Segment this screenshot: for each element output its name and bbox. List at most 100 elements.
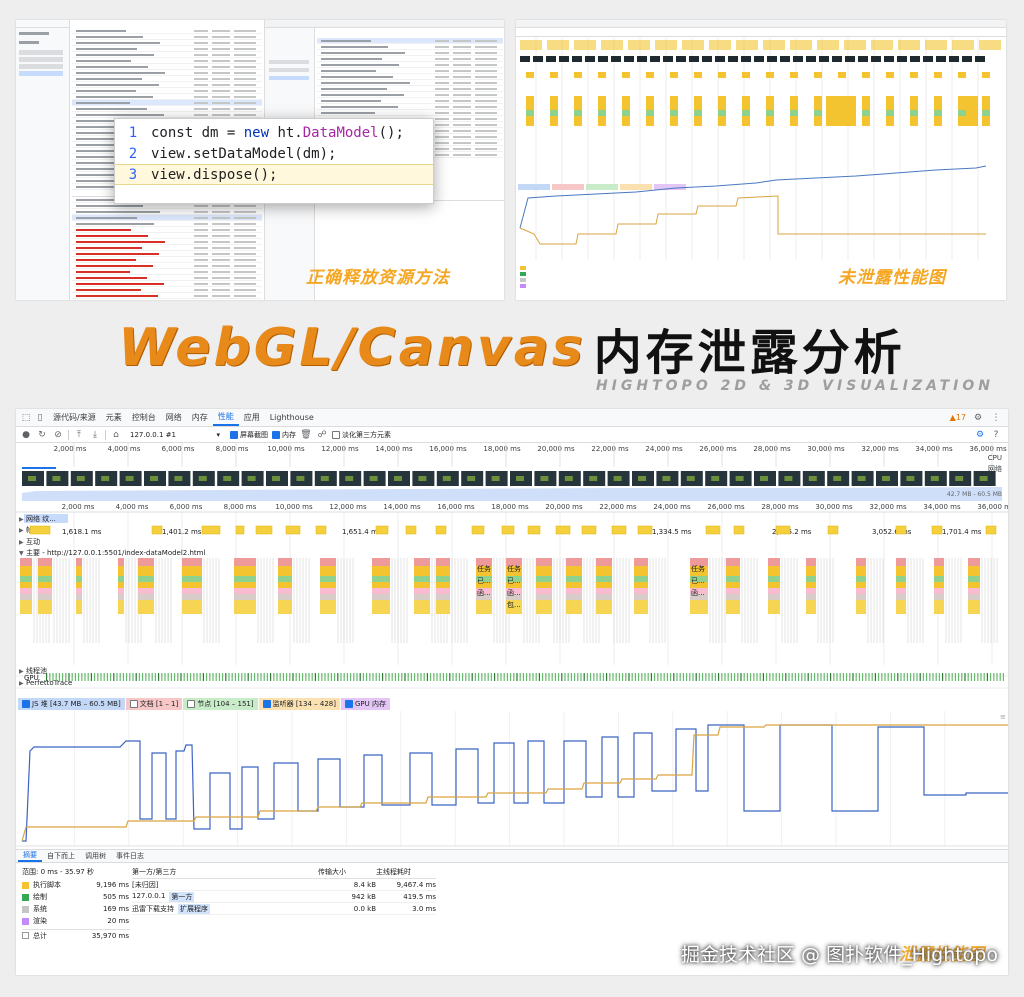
more-icon[interactable]: ⋮ <box>990 412 1002 424</box>
color-swatch <box>22 917 29 925</box>
clear-icon[interactable]: ⊘ <box>52 429 64 441</box>
url-select[interactable]: 127.0.0.1 #1 ▾ <box>130 431 220 439</box>
svg-text:▶: ▶ <box>19 516 24 523</box>
bottom-tab-2[interactable]: 调用树 <box>80 850 111 862</box>
performance-timeline[interactable]: 2,000 ms 4,000 ms 6,000 ms 8,000 ms 10,000 m… <box>16 443 1008 697</box>
frame-bar[interactable] <box>827 525 839 535</box>
task-bar[interactable] <box>536 558 552 566</box>
tab-7[interactable]: Lighthouse <box>265 409 319 426</box>
task-bar[interactable] <box>934 558 944 566</box>
settings-icon[interactable]: ⚙ <box>972 412 984 424</box>
capture-settings-icon[interactable]: ☍ <box>316 429 328 441</box>
frame-bar[interactable] <box>775 525 791 535</box>
garbage-collect-icon[interactable]: 🗑 <box>300 429 312 441</box>
home-icon[interactable]: ⌂ <box>110 429 122 441</box>
memory-legend-item-0[interactable]: JS 堆 [43.7 MB – 60.5 MB] <box>18 698 125 710</box>
track-interactions[interactable]: ▶ 互动 <box>19 537 40 546</box>
frame-bar[interactable] <box>255 525 273 535</box>
frame-bar[interactable] <box>375 525 389 535</box>
frame-bar[interactable] <box>611 525 627 535</box>
gpu-track[interactable]: GPU <box>16 671 1008 683</box>
tab-5[interactable]: 性能 <box>212 409 239 426</box>
bottom-tab-0[interactable]: 摘要 <box>18 850 42 862</box>
frame-bar[interactable] <box>581 525 597 535</box>
frame-bar[interactable] <box>201 525 221 535</box>
memory-legend-item-4[interactable]: GPU 内存 <box>340 698 390 710</box>
frame-bar[interactable] <box>733 525 745 535</box>
tab-3[interactable]: 网络 <box>161 409 187 426</box>
frame-bar[interactable] <box>705 525 721 535</box>
task-bar[interactable] <box>38 558 52 566</box>
memory-legend-item-1[interactable]: 文档 [1 – 1] <box>125 698 183 710</box>
task-bar[interactable] <box>414 558 430 566</box>
frame-bar[interactable] <box>405 525 417 535</box>
download-icon[interactable]: ⤓ <box>89 429 101 441</box>
frame-bar[interactable] <box>637 525 653 535</box>
device-icon[interactable]: ▯ <box>34 412 46 424</box>
task-bar[interactable] <box>278 558 292 566</box>
task-bar[interactable] <box>768 558 780 566</box>
chevron-down-icon: ▾ <box>216 430 220 439</box>
task-bar[interactable] <box>726 558 740 566</box>
screenshot-checkbox[interactable]: 屏幕截图 <box>230 430 268 440</box>
bottom-tab-3[interactable]: 事件日志 <box>111 850 149 862</box>
third-party-row[interactable]: [未归因] 8.4 kB 9,467.4 ms <box>132 879 436 891</box>
heap-tree-row[interactable] <box>72 293 262 299</box>
task-bar[interactable] <box>596 558 612 566</box>
task-bar[interactable] <box>118 558 124 566</box>
tab-0[interactable]: 源代码/来源 <box>48 409 101 426</box>
task-bar[interactable] <box>634 558 648 566</box>
task-bar[interactable] <box>320 558 336 566</box>
task-bar[interactable] <box>806 558 816 566</box>
frame-bar[interactable] <box>151 525 163 535</box>
frame-bar[interactable] <box>285 525 301 535</box>
third-party-row[interactable]: 迅雷下载支持 扩展程序 0.0 kB 3.0 ms <box>132 903 436 915</box>
tab-1[interactable]: 元素 <box>101 409 127 426</box>
record-icon[interactable]: ● <box>20 429 32 441</box>
warning-badge[interactable]: ▲17 <box>950 413 966 422</box>
task-bar[interactable] <box>856 558 866 566</box>
frame-bar[interactable] <box>29 525 51 535</box>
frame-bar[interactable] <box>931 525 943 535</box>
task-bar[interactable] <box>234 558 256 566</box>
frame-bar[interactable] <box>471 525 485 535</box>
task-bar[interactable] <box>76 558 82 566</box>
tab-4[interactable]: 内存 <box>187 409 213 426</box>
frame-bar[interactable] <box>985 525 997 535</box>
ruler-tick-2: 20,000 ms <box>545 503 583 511</box>
frame-bar[interactable] <box>501 525 515 535</box>
drag-handle-icon[interactable]: ≡ <box>1000 713 1006 721</box>
bottom-tab-bar: 摘要 自下而上 调用树 事件日志 <box>16 849 1008 863</box>
reload-record-icon[interactable]: ↻ <box>36 429 48 441</box>
task-bar[interactable] <box>182 558 202 566</box>
tab-6[interactable]: 应用 <box>239 409 265 426</box>
frame-bar[interactable] <box>235 525 245 535</box>
bottom-tab-1[interactable]: 自下而上 <box>42 850 80 862</box>
help-icon[interactable]: ? <box>990 429 1002 441</box>
settings-gear-blue-icon[interactable]: ⚙ <box>974 429 986 441</box>
frame-bar[interactable] <box>527 525 541 535</box>
inspect-icon[interactable]: ⬚ <box>20 412 32 424</box>
memory-checkbox[interactable]: 内存 <box>272 430 296 440</box>
third-party-checkbox[interactable]: 淡化第三方元素 <box>332 430 391 440</box>
task-bar[interactable] <box>372 558 390 566</box>
frame-bar[interactable] <box>895 525 907 535</box>
memory-legend-item-2[interactable]: 节点 [104 – 151] <box>183 698 258 710</box>
track-main[interactable]: 主要 - http://127.0.0.1:5501/index-dataMod… <box>26 548 205 557</box>
third-party-row[interactable]: 127.0.0.1 第一方 942 kB 419.5 ms <box>132 891 436 903</box>
frame-bar[interactable] <box>555 525 571 535</box>
task-bar[interactable] <box>20 558 32 566</box>
tab-2[interactable]: 控制台 <box>127 409 161 426</box>
task-bar[interactable] <box>436 558 450 566</box>
task-bar[interactable] <box>138 558 154 566</box>
mini-timeline <box>516 38 1006 300</box>
frame-bar[interactable] <box>435 525 447 535</box>
task-bar[interactable] <box>566 558 582 566</box>
heap-retainers-list <box>72 196 262 300</box>
memory-legend-item-3[interactable]: 监听器 [134 – 428] <box>258 698 340 710</box>
frame-bar[interactable] <box>315 525 327 535</box>
upload-icon[interactable]: ⤒ <box>73 429 85 441</box>
task-bar[interactable] <box>896 558 906 566</box>
task-bar[interactable] <box>968 558 980 566</box>
task-label: 已... <box>691 577 705 585</box>
